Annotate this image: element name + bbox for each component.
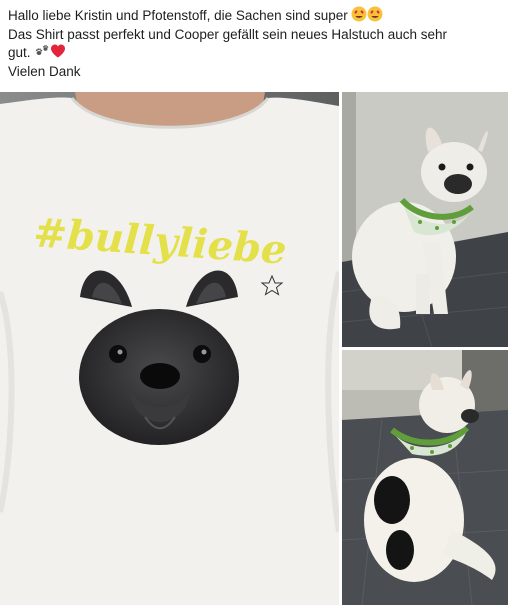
post-line-1: Hallo liebe Kristin und Pfotenstoff, die… — [8, 6, 502, 26]
heart-eyes-icon — [367, 6, 383, 26]
post-line-3-text: gut. — [8, 45, 31, 60]
paw-prints-icon — [34, 43, 50, 63]
photo-shirt[interactable]: #bullyliebe — [0, 92, 339, 605]
post-line-1-text: Hallo liebe Kristin und Pfotenstoff, die… — [8, 8, 348, 23]
photo-dog-back[interactable] — [342, 350, 508, 605]
post-line-4: Vielen Dank — [8, 64, 81, 79]
photo-dog-sitting[interactable] — [342, 92, 508, 347]
red-heart-icon — [50, 43, 66, 63]
post-line-2: Das Shirt passt perfekt und Cooper gefäl… — [8, 27, 447, 42]
post-line-3: gut. — [8, 43, 502, 63]
heart-eyes-icon — [351, 6, 367, 26]
post-text: Hallo liebe Kristin und Pfotenstoff, die… — [8, 6, 502, 80]
